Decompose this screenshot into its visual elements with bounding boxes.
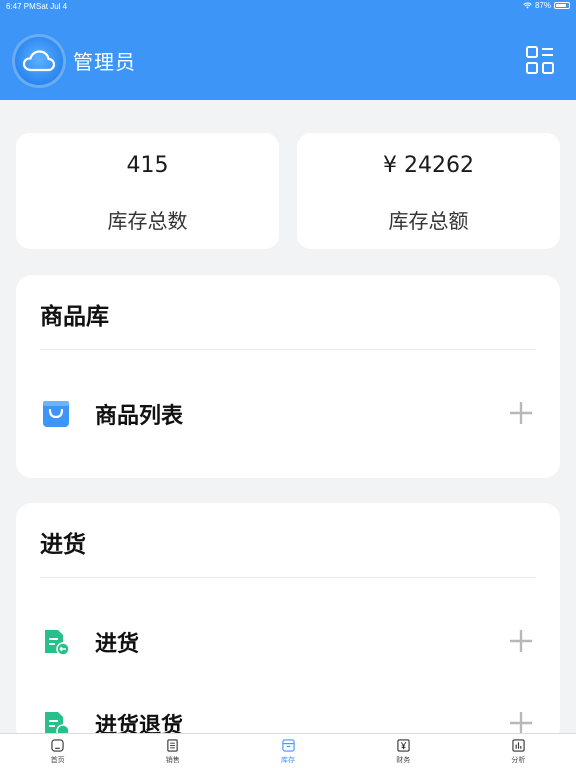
bar-chart-icon: [512, 739, 525, 752]
divider: [40, 577, 536, 578]
goods-section: 商品库 商品列表: [16, 275, 560, 478]
stock-count-card[interactable]: 415 库存总数: [16, 133, 279, 249]
stock-amount-value: ¥ 24262: [383, 153, 474, 178]
tab-analysis[interactable]: 分析: [461, 734, 576, 768]
stock-amount-label: 库存总额: [388, 209, 469, 233]
wifi-icon: [523, 2, 532, 9]
battery-fill: [556, 4, 566, 7]
tab-label: 财务: [396, 756, 411, 764]
cloud-icon: [22, 50, 56, 72]
goods-list-row[interactable]: 商品列表: [16, 394, 560, 434]
status-bar: 6:47 PM Sat Jul 4 87%: [0, 0, 576, 14]
add-goods-icon[interactable]: [508, 400, 534, 426]
purchase-doc-icon: [45, 630, 70, 656]
avatar[interactable]: [15, 37, 63, 85]
yen-icon: [397, 739, 410, 752]
battery-percent: 87%: [534, 1, 551, 10]
inventory-box-icon: [281, 739, 295, 752]
section-title-purchase: 进货: [40, 532, 86, 558]
tab-label: 首页: [50, 756, 65, 764]
status-indicators: 87%: [523, 1, 570, 10]
section-title-goods: 商品库: [40, 304, 109, 330]
sales-doc-icon: [167, 739, 178, 752]
tab-label: 分析: [511, 756, 526, 764]
tab-bar: 首页 销售 库存 财务 分析: [0, 733, 576, 768]
status-date: Sat Jul 4: [36, 2, 68, 11]
shopping-bag-icon: [43, 401, 69, 427]
status-time: 6:47 PM: [6, 2, 36, 11]
page-title: 管理员: [73, 50, 136, 74]
divider: [40, 349, 536, 350]
tab-inventory[interactable]: 库存: [230, 734, 345, 768]
tab-label: 销售: [165, 756, 180, 764]
tab-sales[interactable]: 销售: [115, 734, 230, 768]
tab-finance[interactable]: 财务: [346, 734, 461, 768]
tab-home[interactable]: 首页: [0, 734, 115, 768]
purchase-row[interactable]: 进货: [16, 622, 560, 662]
purchase-section: 进货 进货 进货退货: [16, 503, 560, 743]
stock-amount-card[interactable]: ¥ 24262 库存总额: [297, 133, 560, 249]
stock-count-value: 415: [126, 153, 169, 178]
tab-label: 库存: [281, 756, 295, 764]
goods-list-label: 商品列表: [95, 404, 184, 429]
purchase-label: 进货: [95, 632, 140, 657]
grid-menu-icon[interactable]: [526, 46, 554, 74]
home-icon: [51, 739, 64, 752]
add-purchase-icon[interactable]: [508, 628, 534, 654]
app-header: 6:47 PM Sat Jul 4 87% 管理员: [0, 0, 576, 100]
stock-count-label: 库存总数: [107, 209, 188, 233]
battery-icon: [554, 2, 570, 9]
